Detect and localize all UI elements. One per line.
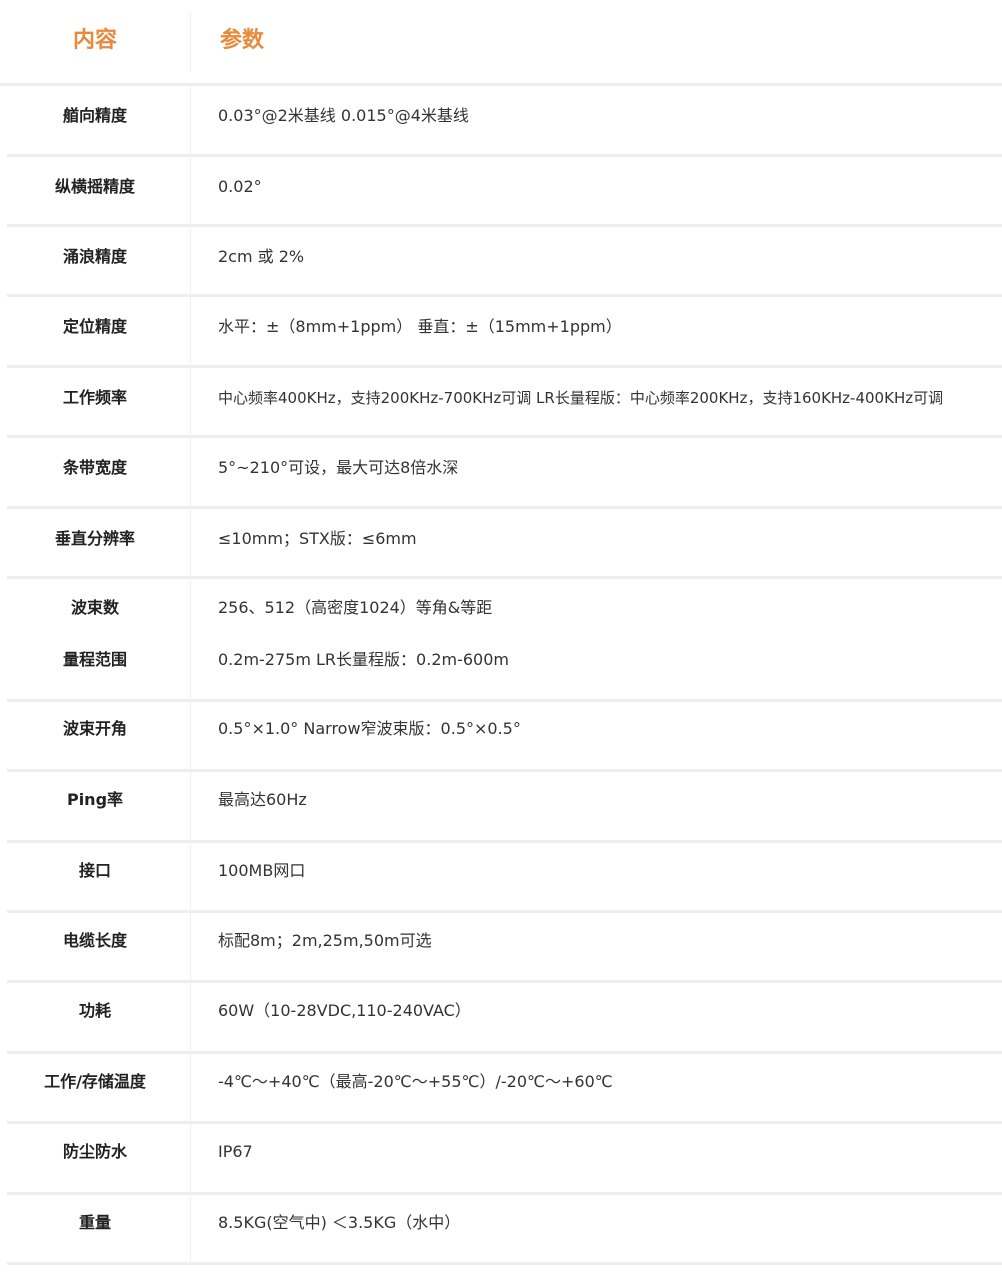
row-value-secondary: 0.2m-275m LR长量程版：0.2m-600m [218, 650, 509, 669]
table-row: Ping率 最高达60Hz [7, 772, 1002, 843]
column-divider [190, 579, 191, 699]
row-value: 0.5°×1.0° Narrow窄波束版：0.5°×0.5° [218, 719, 521, 738]
row-value: 5°~210°可设，最大可达8倍水深 [218, 458, 459, 477]
column-divider [190, 86, 191, 154]
table-row: 垂直分辨率 ≤10mm；STX版：≤6mm [7, 509, 1002, 579]
row-label: 纵横摇精度 [54, 177, 135, 196]
column-divider [190, 702, 191, 769]
column-divider [190, 509, 191, 576]
column-divider [190, 438, 191, 506]
row-label: 工作频率 [62, 388, 127, 407]
column-divider [190, 157, 191, 224]
table-row: 条带宽度 5°~210°可设，最大可达8倍水深 [7, 438, 1002, 509]
row-value: 标配8m；2m,25m,50m可选 [218, 931, 432, 950]
table-row: 工作频率 中心频率400KHz，支持200KHz-700KHz可调 LR长量程版… [7, 368, 1002, 438]
row-label: 垂直分辨率 [54, 529, 135, 548]
row-value: 100MB网口 [218, 861, 306, 880]
column-divider [190, 913, 191, 980]
row-value: 0.02° [218, 177, 262, 196]
table-header: 内容 参数 [0, 0, 1002, 86]
table-row: 工作/存储温度 -4℃～+40℃（最高-20℃～+55℃）/-20℃～+60℃ [7, 1054, 1002, 1124]
row-value: IP67 [218, 1142, 253, 1161]
column-divider [190, 297, 191, 365]
row-label: 功耗 [78, 1001, 111, 1020]
row-label: 防尘防水 [62, 1142, 127, 1161]
row-label: 重量 [78, 1213, 111, 1232]
table-row: 防尘防水 IP67 [7, 1124, 1002, 1195]
row-value: 2cm 或 2% [218, 247, 305, 266]
column-divider [190, 12, 191, 71]
table-row: 接口 100MB网口 [7, 843, 1002, 913]
row-value: 8.5KG(空气中) ＜3.5KG（水中） [218, 1213, 461, 1232]
row-label-secondary: 量程范围 [62, 650, 127, 669]
row-value: 256、512（高密度1024）等角&等距 [218, 598, 493, 617]
column-divider [190, 227, 191, 294]
row-label: 电缆长度 [62, 931, 127, 950]
table-row: 艏向精度 0.03°@2米基线 0.015°@4米基线 [7, 86, 1002, 157]
row-label: 定位精度 [62, 317, 127, 336]
table-row: 电缆长度 标配8m；2m,25m,50m可选 [7, 913, 1002, 983]
column-divider [190, 843, 191, 910]
row-label: 波束开角 [62, 719, 127, 738]
row-value: ≤10mm；STX版：≤6mm [218, 529, 417, 548]
table-row: 波束开角 0.5°×1.0° Narrow窄波束版：0.5°×0.5° [7, 702, 1002, 772]
row-value: 60W（10-28VDC,110-240VAC） [218, 1001, 471, 1020]
table-row: 重量 8.5KG(空气中) ＜3.5KG（水中） [7, 1195, 1002, 1265]
row-value: 0.03°@2米基线 0.015°@4米基线 [218, 106, 469, 125]
header-content-label: 内容 [72, 27, 117, 53]
row-value: -4℃～+40℃（最高-20℃～+55℃）/-20℃～+60℃ [218, 1072, 613, 1091]
column-divider [190, 1054, 191, 1121]
row-label: 涌浪精度 [62, 247, 127, 266]
row-label: Ping率 [66, 790, 124, 809]
column-divider [190, 1195, 191, 1262]
row-value: 中心频率400KHz，支持200KHz-700KHz可调 LR长量程版：中心频率… [218, 389, 944, 407]
column-divider [190, 983, 191, 1051]
column-divider [190, 1124, 191, 1192]
row-label: 艏向精度 [62, 106, 127, 125]
row-value: 最高达60Hz [218, 790, 307, 809]
column-divider [190, 772, 191, 840]
table-row: 定位精度 水平：±（8mm+1ppm） 垂直：±（15mm+1ppm） [7, 297, 1002, 368]
header-parameter-label: 参数 [220, 27, 265, 53]
row-label: 条带宽度 [62, 458, 127, 477]
spec-table: 内容 参数 艏向精度 0.03°@2米基线 0.015°@4米基线 纵横摇精度 … [0, 0, 1002, 1265]
row-value: 水平：±（8mm+1ppm） 垂直：±（15mm+1ppm） [218, 317, 622, 336]
table-row: 涌浪精度 2cm 或 2% [7, 227, 1002, 297]
table-row: 功耗 60W（10-28VDC,110-240VAC） [7, 983, 1002, 1054]
row-label: 波束数 [70, 598, 119, 617]
row-label: 接口 [78, 861, 111, 880]
table-row: 纵横摇精度 0.02° [7, 157, 1002, 227]
row-label: 工作/存储温度 [44, 1072, 146, 1091]
table-row: 波束数 256、512（高密度1024）等角&等距 量程范围 0.2m-275m… [7, 579, 1002, 702]
column-divider [190, 368, 191, 435]
